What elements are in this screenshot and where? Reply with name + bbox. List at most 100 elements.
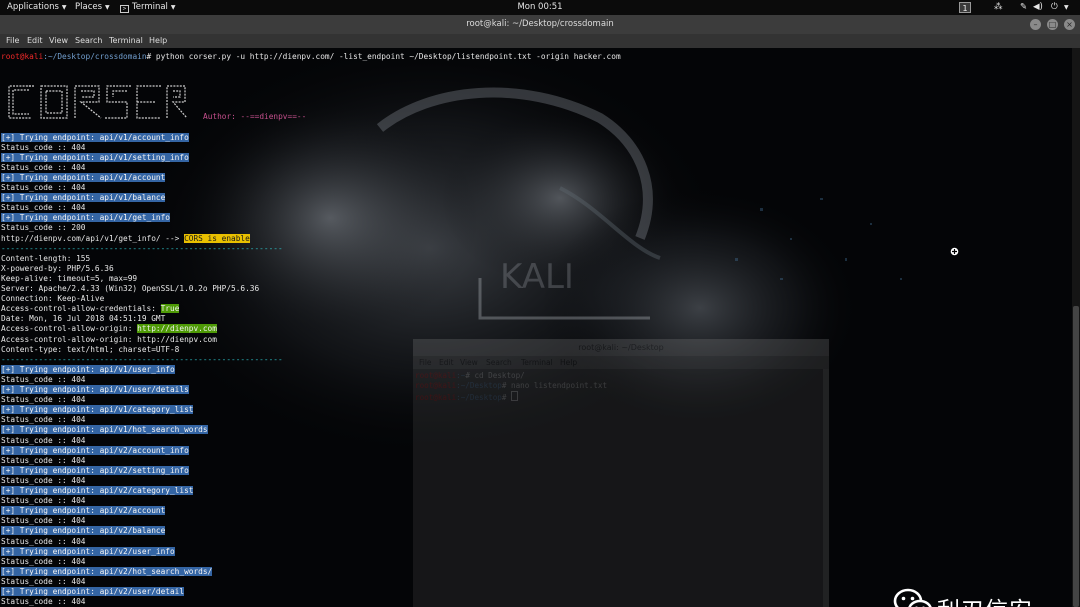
- menubar: File Edit View Search Terminal Help: [0, 34, 1080, 48]
- line-text: Status_code :: 404: [1, 455, 86, 465]
- output-line: http://dienpv.com/api/v1/get_info/ --> C…: [1, 233, 250, 244]
- text-cursor: [511, 391, 519, 401]
- highlight-badge: http://dienpv.com: [137, 324, 217, 334]
- line-text: [+] Trying endpoint: api/v2/user/detail: [1, 587, 185, 596]
- endpoint-line: [+] Trying endpoint: api/v2/balance: [1, 526, 166, 536]
- output-line: Status_code :: 404: [1, 375, 86, 385]
- endpoint-line: [+] Trying endpoint: api/v1/get_info: [1, 213, 170, 223]
- menu-file[interactable]: File: [6, 34, 19, 48]
- output-line: Status_code :: 404: [1, 436, 86, 446]
- endpoint-line: [+] Trying endpoint: api/v1/user/details: [1, 385, 189, 395]
- line-text: Status_code :: 404: [1, 516, 86, 526]
- volume-icon[interactable]: ◀): [1033, 0, 1043, 15]
- window-titlebar[interactable]: root@kali: ~/Desktop/crossdomain – □ ×: [0, 15, 1080, 34]
- line-text: Status_code :: 404: [1, 183, 86, 192]
- line-text: Status_code :: 200: [1, 223, 86, 233]
- output-line: Status_code :: 404: [1, 537, 86, 547]
- line-text: [+] Trying endpoint: api/v1/get_info: [1, 213, 170, 223]
- window-title: root@kali: ~/Desktop/crossdomain: [466, 19, 614, 29]
- line-text: Status_code :: 404: [1, 142, 86, 152]
- bg-terminal-line: root@kali:~# cd Desktop/: [415, 371, 525, 380]
- output-line: Status_code :: 404: [1, 415, 86, 425]
- output-line: Status_code :: 404: [1, 183, 86, 193]
- corser-logo: [8, 85, 187, 119]
- line-text: Status_code :: 404: [1, 597, 86, 607]
- line-text: [+] Trying endpoint: api/v1/hot_search_w…: [1, 425, 208, 435]
- line-text: Status_code :: 404: [1, 556, 86, 566]
- maximize-button[interactable]: □: [1047, 19, 1058, 30]
- line-text: Status_code :: 404: [1, 536, 86, 546]
- endpoint-line: [+] Trying endpoint: api/v1/account_info: [1, 132, 189, 143]
- bg-terminal-line: root@kali:~/Desktop#: [415, 391, 519, 403]
- line-text: Status_code :: 404: [1, 415, 86, 425]
- output-line: Status_code :: 404: [1, 143, 86, 153]
- menu-terminal[interactable]: Terminal: [109, 34, 143, 48]
- menu-help[interactable]: Help: [149, 34, 167, 48]
- output-line: Content-length: 155: [1, 254, 90, 264]
- endpoint-line: [+] Trying endpoint: api/v1/user_info: [1, 364, 175, 375]
- bg-terminal-line: root@kali:~/Desktop# nano listendpoint.t…: [415, 381, 608, 390]
- background-terminal-window: root@kali: ~/Desktop File Edit View Sear…: [413, 339, 829, 607]
- output-line: Keep-alive: timeout=5, max=99: [1, 274, 137, 284]
- output-line: Status_code :: 200: [1, 223, 86, 233]
- endpoint-line: [+] Trying endpoint: api/v2/hot_search_w…: [1, 566, 213, 577]
- line-text: Status_code :: 404: [1, 435, 86, 445]
- output-line: X-powered-by: PHP/5.6.36: [1, 264, 114, 274]
- separator-line: ----------------------------------------…: [1, 355, 283, 365]
- close-button[interactable]: ×: [1064, 19, 1075, 30]
- wechat-icon: [893, 588, 932, 607]
- background-terminal-title: root@kali: ~/Desktop: [413, 339, 829, 356]
- endpoint-line: [+] Trying endpoint: api/v1/account: [1, 172, 166, 183]
- output-line: Access-control-allow-origin: http://dien…: [1, 335, 217, 345]
- output-line: Status_code :: 404: [1, 395, 86, 405]
- output-line: Status_code :: 404: [1, 496, 86, 506]
- line-text: [+] Trying endpoint: api/v2/hot_search_w…: [1, 566, 213, 576]
- endpoint-line: [+] Trying endpoint: api/v1/setting_info: [1, 152, 189, 163]
- endpoint-line: [+] Trying endpoint: api/v2/category_lis…: [1, 486, 194, 496]
- line-text: [+] Trying endpoint: api/v2/account_info: [1, 445, 189, 455]
- prompt-line: root@kali:~/Desktop/crossdomain# python …: [1, 52, 621, 62]
- terminal-output[interactable]: KALI root@kali: ~/Desktop File Edit View…: [0, 48, 1072, 607]
- line-text: [+] Trying endpoint: api/v2/user_info: [1, 546, 175, 556]
- workspace-indicator[interactable]: 1: [959, 2, 971, 13]
- clock[interactable]: Mon 00:51: [0, 0, 1080, 15]
- power-icon[interactable]: ⏻: [1051, 0, 1058, 15]
- line-text: Content-type: text/html; charset=UTF-8: [1, 344, 180, 354]
- prompt-path: :~/Desktop/crossdomain: [43, 52, 147, 61]
- terminal-scrollbar[interactable]: [1072, 48, 1080, 607]
- line-text: Status_code :: 404: [1, 496, 86, 506]
- line-text: Status_code :: 404: [1, 203, 86, 213]
- endpoint-line: [+] Trying endpoint: api/v2/user/detail: [1, 587, 185, 597]
- background-terminal-menubar: File Edit View Search Terminal Help: [413, 356, 829, 369]
- line-text: [+] Trying endpoint: api/v1/account: [1, 172, 166, 182]
- separator-line: ----------------------------------------…: [1, 244, 283, 254]
- bg-menu-terminal: Terminal: [521, 358, 553, 367]
- line-text: [+] Trying endpoint: api/v1/user/details: [1, 385, 189, 394]
- line-text: Access-control-allow-origin: http://dien…: [1, 334, 217, 344]
- menu-edit[interactable]: Edit: [27, 34, 43, 48]
- network-icon[interactable]: ⁂: [994, 0, 1003, 15]
- output-line: Status_code :: 404: [1, 476, 86, 486]
- menu-search[interactable]: Search: [75, 34, 102, 48]
- line-text: [+] Trying endpoint: api/v2/setting_info: [1, 465, 189, 475]
- prompt-command: # python corser.py -u http://dienpv.com/…: [146, 52, 621, 61]
- minimize-button[interactable]: –: [1030, 19, 1041, 30]
- bg-menu-edit: Edit: [439, 358, 454, 367]
- line-text: X-powered-by: PHP/5.6.36: [1, 263, 114, 273]
- output-line: Status_code :: 404: [1, 577, 86, 587]
- pen-icon[interactable]: ✎: [1020, 0, 1027, 15]
- scrollbar-thumb[interactable]: [1073, 306, 1079, 607]
- line-text: ----------------------------------------…: [1, 243, 283, 253]
- bg-menu-view: View: [460, 358, 478, 367]
- output-line: Status_code :: 404: [1, 163, 86, 173]
- output-line: Connection: Keep-Alive: [1, 294, 104, 304]
- crosshair-cursor-icon: [950, 247, 959, 256]
- bg-menu-help: Help: [560, 358, 578, 367]
- chevron-down-icon[interactable]: ▼: [1064, 0, 1069, 15]
- menu-view[interactable]: View: [49, 34, 68, 48]
- line-text: [+] Trying endpoint: api/v1/setting_info: [1, 152, 189, 162]
- output-line: Status_code :: 404: [1, 203, 86, 213]
- line-text: Keep-alive: timeout=5, max=99: [1, 273, 138, 283]
- line-text: ----------------------------------------…: [1, 354, 283, 364]
- line-text: Content-length: 155: [1, 253, 91, 263]
